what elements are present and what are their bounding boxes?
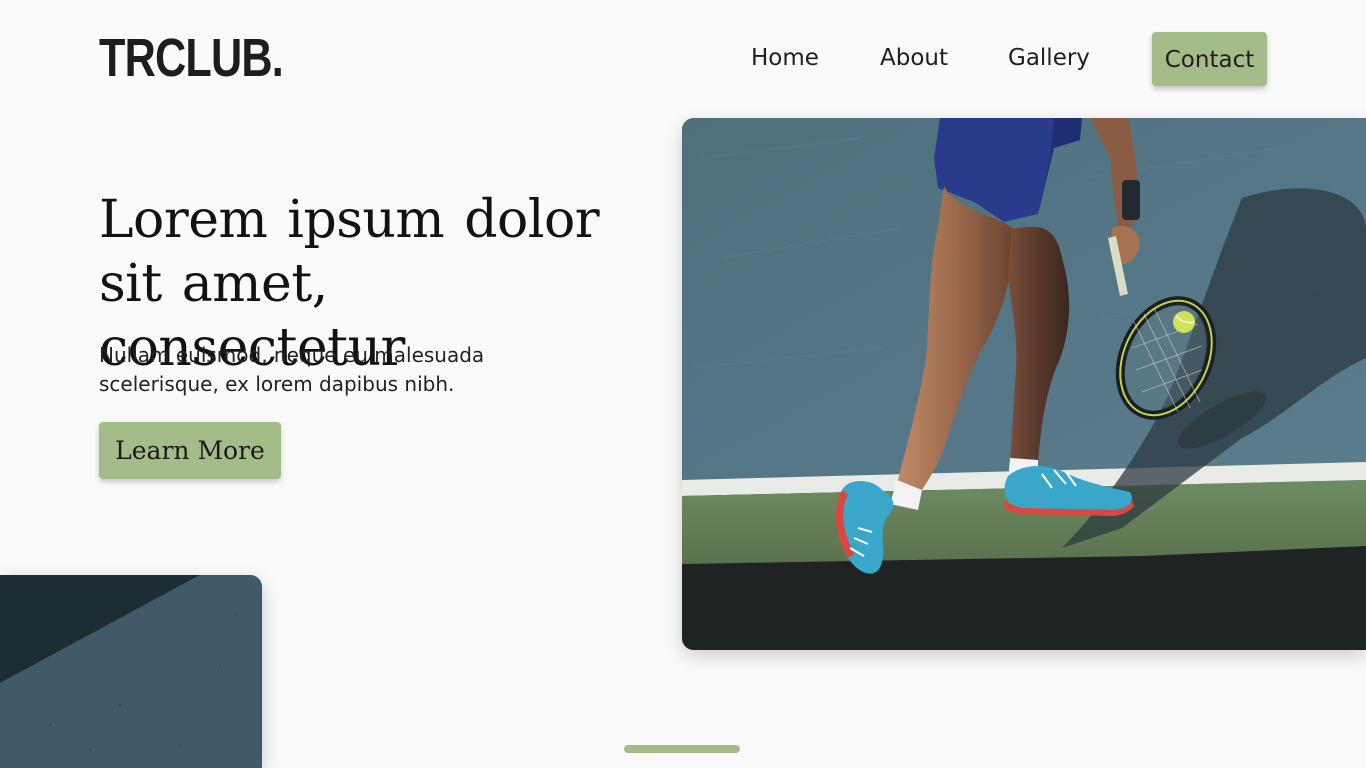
- nav-link-gallery[interactable]: Gallery: [1008, 32, 1090, 86]
- hero-subtitle: Nullam euismod, neque eu malesuada scele…: [99, 343, 485, 396]
- nav-link-home[interactable]: Home: [751, 32, 819, 86]
- tennis-player-photo: [682, 118, 1366, 650]
- learn-more-button[interactable]: Learn More: [99, 422, 281, 479]
- secondary-image: [0, 575, 262, 768]
- contact-button[interactable]: Contact: [1152, 32, 1267, 86]
- court-surface-photo: [0, 575, 262, 768]
- nav-link-about[interactable]: About: [880, 32, 948, 86]
- hero-image: [682, 118, 1366, 650]
- slider-indicator[interactable]: [624, 745, 740, 753]
- main-nav: Home About Gallery Contact: [0, 32, 1366, 86]
